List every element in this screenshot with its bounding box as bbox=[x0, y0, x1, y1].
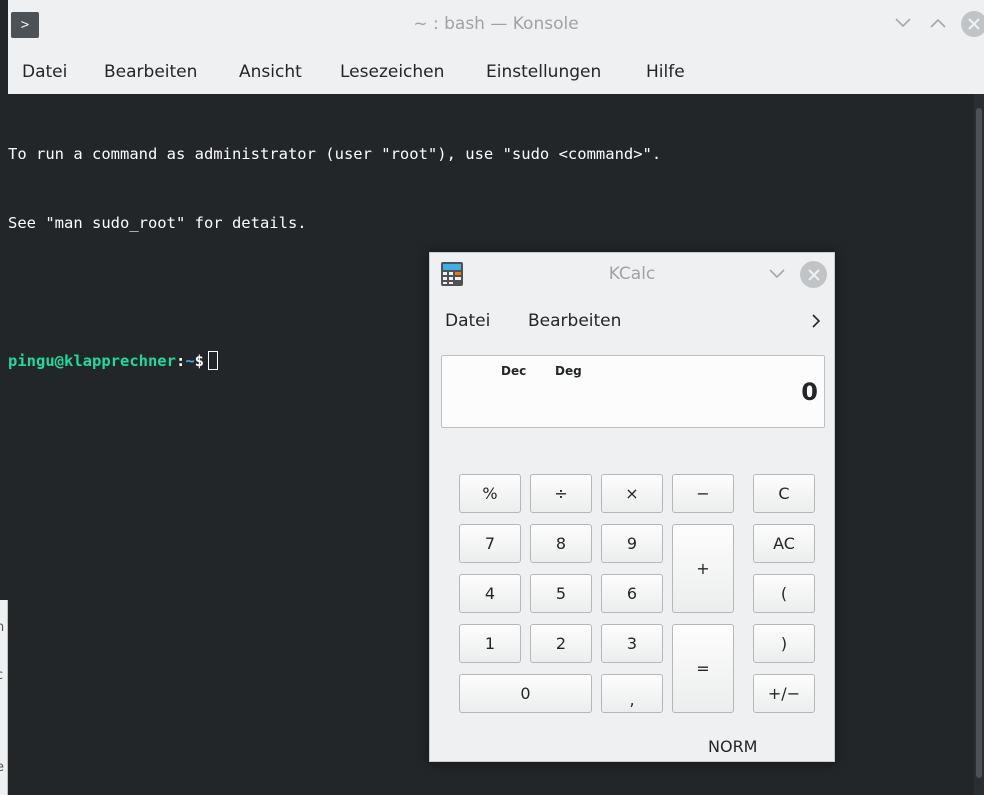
calculator-display: Dec Deg 0 bbox=[441, 355, 825, 428]
digit-4-button[interactable]: 4 bbox=[459, 574, 521, 613]
close-paren-button[interactable]: ) bbox=[753, 624, 815, 663]
maximize-button[interactable] bbox=[925, 10, 951, 36]
menu-bearbeiten[interactable]: Bearbeiten bbox=[104, 62, 197, 82]
terminal-scrollbar[interactable] bbox=[974, 94, 984, 795]
clear-button[interactable]: C bbox=[753, 474, 815, 513]
equals-button[interactable]: = bbox=[672, 624, 734, 713]
divide-button[interactable]: ÷ bbox=[530, 474, 592, 513]
terminal-line: See "man sudo_root" for details. bbox=[8, 214, 307, 232]
percent-button[interactable]: % bbox=[459, 474, 521, 513]
digit-2-button[interactable]: 2 bbox=[530, 624, 592, 663]
prompt-user-host: pingu@klapprechner bbox=[8, 352, 176, 370]
close-icon bbox=[807, 268, 820, 281]
menu-datei[interactable]: Datei bbox=[445, 311, 490, 331]
prompt-symbol: $ bbox=[194, 352, 205, 370]
decimal-separator-button[interactable]: , bbox=[601, 674, 663, 713]
menu-ansicht[interactable]: Ansicht bbox=[239, 62, 302, 82]
all-clear-button[interactable]: AC bbox=[753, 524, 815, 563]
konsole-titlebar[interactable]: > ~ : bash — Konsole bbox=[8, 0, 984, 52]
more-menu-button[interactable] bbox=[806, 309, 826, 333]
minimize-button[interactable] bbox=[764, 261, 790, 287]
digit-1-button[interactable]: 1 bbox=[459, 624, 521, 663]
kcalc-window: KCalc Datei Bearbeiten Dec Deg 0 % ÷ × −… bbox=[429, 252, 835, 762]
status-mode: NORM bbox=[708, 737, 758, 756]
digit-5-button[interactable]: 5 bbox=[530, 574, 592, 613]
digit-0-button[interactable]: 0 bbox=[459, 674, 592, 713]
terminal-line: To run a command as administrator (user … bbox=[8, 145, 662, 163]
background-window-sliver: n c . e bbox=[0, 600, 8, 795]
digit-3-button[interactable]: 3 bbox=[601, 624, 663, 663]
chevron-right-icon bbox=[812, 314, 821, 328]
minus-button[interactable]: − bbox=[672, 474, 734, 513]
chevron-down-icon bbox=[769, 269, 785, 279]
window-title: ~ : bash — Konsole bbox=[413, 14, 579, 34]
background-text-fragment: n bbox=[0, 620, 5, 635]
prompt-colon: : bbox=[175, 352, 186, 370]
menu-hilfe[interactable]: Hilfe bbox=[646, 62, 685, 82]
prompt-path: ~ bbox=[185, 352, 195, 370]
background-text-fragment: c bbox=[0, 668, 3, 683]
close-icon bbox=[968, 18, 980, 30]
base-indicator: Dec bbox=[501, 364, 527, 378]
minimize-button[interactable] bbox=[890, 10, 916, 36]
chevron-up-icon bbox=[930, 18, 946, 28]
scrollbar-handle[interactable] bbox=[976, 108, 982, 778]
sign-toggle-button[interactable]: +/− bbox=[753, 674, 815, 713]
digit-7-button[interactable]: 7 bbox=[459, 524, 521, 563]
display-value: 0 bbox=[801, 378, 818, 406]
close-button[interactable] bbox=[961, 11, 984, 37]
menu-datei[interactable]: Datei bbox=[22, 62, 67, 82]
menu-einstellungen[interactable]: Einstellungen bbox=[486, 62, 601, 82]
chevron-down-icon bbox=[895, 18, 911, 28]
menu-lesezeichen[interactable]: Lesezeichen bbox=[340, 62, 444, 82]
menu-bearbeiten[interactable]: Bearbeiten bbox=[528, 311, 621, 331]
digit-8-button[interactable]: 8 bbox=[530, 524, 592, 563]
digit-9-button[interactable]: 9 bbox=[601, 524, 663, 563]
close-button[interactable] bbox=[800, 261, 827, 288]
digit-6-button[interactable]: 6 bbox=[601, 574, 663, 613]
multiply-button[interactable]: × bbox=[601, 474, 663, 513]
konsole-menubar: Datei Bearbeiten Ansicht Lesezeichen Ein… bbox=[8, 52, 984, 94]
angle-indicator: Deg bbox=[555, 364, 582, 378]
plus-button[interactable]: + bbox=[672, 524, 734, 613]
open-paren-button[interactable]: ( bbox=[753, 574, 815, 613]
background-text-fragment: e bbox=[0, 760, 4, 775]
terminal-cursor bbox=[208, 351, 219, 370]
